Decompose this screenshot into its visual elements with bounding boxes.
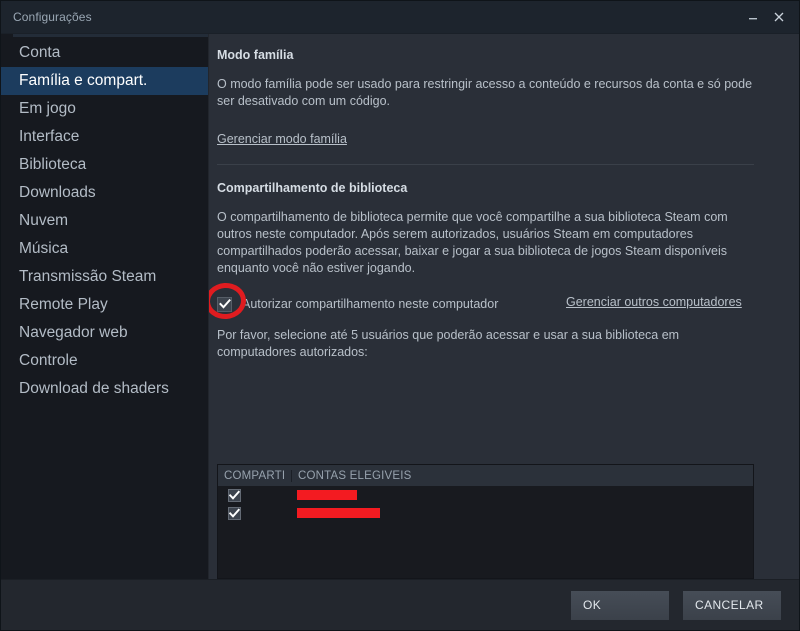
- row-share-cell: [218, 488, 292, 502]
- sidebar-item-navegador-web[interactable]: Navegador web: [1, 319, 208, 347]
- sidebar-item-musica[interactable]: Música: [1, 235, 208, 263]
- window-title: Configurações: [13, 10, 92, 24]
- redacted-account-name: [297, 490, 357, 500]
- authorize-sharing-label: Autorizar compartilhamento neste computa…: [242, 297, 499, 311]
- library-sharing-section: Compartilhamento de biblioteca O compart…: [209, 181, 769, 361]
- window-controls: [741, 1, 791, 33]
- library-sharing-title: Compartilhamento de biblioteca: [217, 181, 408, 195]
- sidebar-item-label: Interface: [19, 128, 80, 145]
- sidebar-item-remote-play[interactable]: Remote Play: [1, 291, 208, 319]
- sidebar-item-label: Biblioteca: [19, 156, 87, 173]
- dialog-footer: OK CANCELAR: [1, 579, 799, 630]
- sidebar-item-label: Família e compart.: [19, 72, 148, 89]
- sidebar-item-label: Transmissão Steam: [19, 268, 157, 285]
- select-users-note: Por favor, selecione até 5 usuários que …: [217, 328, 680, 359]
- ok-button[interactable]: OK: [571, 590, 669, 620]
- manage-other-computers-link[interactable]: Gerenciar outros computadores: [566, 295, 742, 309]
- sidebar-item-controle[interactable]: Controle: [1, 347, 208, 375]
- window-body: Conta Família e compart. Em jogo Interfa…: [1, 34, 799, 579]
- sidebar-item-downloads[interactable]: Downloads: [1, 179, 208, 207]
- sidebar-item-label: Música: [19, 240, 69, 257]
- close-icon[interactable]: [767, 5, 791, 29]
- sidebar-item-em-jogo[interactable]: Em jogo: [1, 95, 208, 123]
- sidebar-item-conta[interactable]: Conta: [1, 39, 208, 67]
- family-mode-title: Modo família: [217, 48, 294, 62]
- row-account-cell: [292, 508, 753, 518]
- sidebar-item-label: Em jogo: [19, 100, 76, 117]
- settings-content: Modo família O modo família pode ser usa…: [209, 34, 799, 579]
- settings-sidebar: Conta Família e compart. Em jogo Interfa…: [1, 34, 209, 579]
- sidebar-item-interface[interactable]: Interface: [1, 123, 208, 151]
- authorize-sharing-checkbox[interactable]: [217, 296, 232, 312]
- table-header-row: COMPARTI CONTAS ELEGÍVEIS: [218, 465, 753, 486]
- settings-window: Configurações Conta Família e compart. E…: [0, 0, 800, 631]
- library-sharing-description: O compartilhamento de biblioteca permite…: [217, 210, 728, 275]
- sidebar-item-biblioteca[interactable]: Biblioteca: [1, 151, 208, 179]
- cancel-button[interactable]: CANCELAR: [683, 590, 781, 620]
- sidebar-item-label: Nuvem: [19, 212, 69, 229]
- family-mode-description: O modo família pode ser usado para restr…: [217, 77, 753, 108]
- family-mode-section: Modo família O modo família pode ser usa…: [217, 48, 769, 165]
- row-account-cell: [292, 490, 753, 500]
- table-row[interactable]: [218, 486, 753, 504]
- row-share-checkbox[interactable]: [228, 506, 241, 520]
- sidebar-item-label: Navegador web: [19, 324, 128, 341]
- minimize-icon[interactable]: [741, 5, 765, 29]
- sidebar-item-familia-e-compart[interactable]: Família e compart.: [1, 67, 208, 95]
- sidebar-item-label: Conta: [19, 44, 61, 61]
- sidebar-item-nuvem[interactable]: Nuvem: [1, 207, 208, 235]
- row-share-checkbox[interactable]: [228, 488, 241, 502]
- column-header-eligible-accounts[interactable]: CONTAS ELEGÍVEIS: [292, 470, 753, 482]
- content-padding: Modo família O modo família pode ser usa…: [209, 34, 799, 361]
- authorize-sharing-row: Autorizar compartilhamento neste computa…: [209, 281, 769, 321]
- eligible-accounts-table: COMPARTI CONTAS ELEGÍVEIS: [217, 464, 754, 579]
- title-bar: Configurações: [1, 1, 799, 34]
- table-row[interactable]: [218, 504, 753, 522]
- column-header-shared[interactable]: COMPARTI: [218, 469, 292, 482]
- sidebar-item-label: Remote Play: [19, 296, 108, 313]
- redacted-account-name: [297, 508, 380, 518]
- sidebar-item-download-de-shaders[interactable]: Download de shaders: [1, 375, 208, 403]
- row-share-cell: [218, 506, 292, 520]
- manage-family-mode-link[interactable]: Gerenciar modo família: [217, 132, 347, 146]
- sidebar-item-label: Controle: [19, 352, 78, 369]
- sidebar-item-label: Download de shaders: [19, 380, 169, 397]
- sidebar-item-transmissao-steam[interactable]: Transmissão Steam: [1, 263, 208, 291]
- sidebar-item-label: Downloads: [19, 184, 96, 201]
